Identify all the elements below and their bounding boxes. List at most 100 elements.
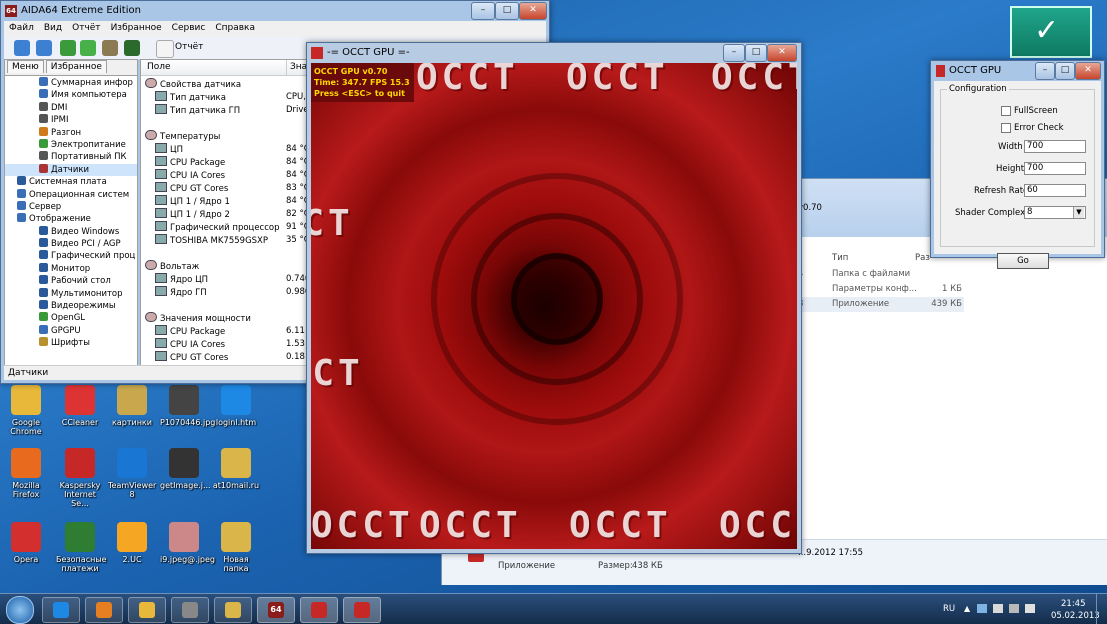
- config-titlebar[interactable]: OCCT GPU – □ ✕: [931, 61, 1104, 81]
- desktop-icon[interactable]: 2.UC: [108, 522, 156, 564]
- tree-item[interactable]: Сервер: [5, 200, 137, 213]
- minimize-button[interactable]: –: [723, 44, 745, 62]
- menu-item[interactable]: Отчёт: [67, 21, 105, 35]
- row-label: CPU Package: [170, 327, 226, 337]
- tree-item[interactable]: Операционная систем: [5, 188, 137, 201]
- desktop-icon[interactable]: Mozilla Firefox: [2, 448, 50, 499]
- tree-item[interactable]: Датчики: [5, 163, 137, 177]
- desktop-icon[interactable]: картинки: [108, 385, 156, 427]
- taskbar-button[interactable]: [42, 597, 80, 623]
- occt-titlebar[interactable]: -= OCCT GPU =- – □ ✕: [307, 43, 801, 63]
- shader-select[interactable]: 8 ▼: [1024, 206, 1086, 219]
- network-icon[interactable]: [977, 604, 987, 613]
- show-desktop-button[interactable]: [1096, 594, 1107, 624]
- maximize-button[interactable]: □: [745, 44, 767, 62]
- desktop-icon[interactable]: i9.jpeg@.jpeg: [160, 522, 215, 564]
- height-input[interactable]: 700: [1024, 162, 1086, 175]
- desktop-icon[interactable]: Opera: [2, 522, 50, 564]
- refresh-icon[interactable]: [80, 40, 96, 56]
- tree-item[interactable]: Отображение: [5, 213, 137, 225]
- tree-item[interactable]: DMI: [5, 101, 137, 114]
- close-button[interactable]: ✕: [767, 44, 797, 62]
- desktop-icon[interactable]: getImage.j...: [160, 448, 211, 490]
- report-icon[interactable]: [156, 40, 174, 58]
- fullscreen-checkbox[interactable]: [1001, 106, 1011, 116]
- taskbar-button[interactable]: [128, 597, 166, 623]
- taskbar-button[interactable]: [85, 597, 123, 623]
- flag-icon[interactable]: [993, 604, 1003, 613]
- desktop-icon[interactable]: TeamViewer 8: [108, 448, 156, 499]
- tree-item[interactable]: Разгон: [5, 126, 137, 139]
- desktop: { "aida": { "title": "AIDA64 Extreme Edi…: [0, 0, 1107, 624]
- menu-item[interactable]: Файл: [4, 21, 39, 35]
- chart-icon[interactable]: [124, 40, 140, 56]
- gpu-render-canvas[interactable]: OCCT OCCT OCCT OCCT OCCT OCCT OCCT OCCT …: [311, 63, 797, 549]
- list-item[interactable]: 8Приложение439 КБ: [798, 297, 964, 312]
- clock-date[interactable]: 05.02.2013: [1051, 611, 1100, 621]
- errorcheck-checkbox[interactable]: [1001, 123, 1011, 133]
- maximize-button[interactable]: □: [495, 2, 519, 20]
- desktop-icon[interactable]: Безопасные платежи: [56, 522, 107, 573]
- volume-icon[interactable]: [1025, 604, 1035, 613]
- up-icon[interactable]: [60, 40, 76, 56]
- column-field[interactable]: Поле: [147, 60, 171, 75]
- tree-item[interactable]: GPGPU: [5, 324, 137, 337]
- menu-item[interactable]: Сервис: [167, 21, 211, 35]
- clock-time[interactable]: 21:45: [1061, 599, 1086, 609]
- back-icon[interactable]: [14, 40, 30, 56]
- taskbar-button[interactable]: 64: [257, 597, 295, 623]
- close-button[interactable]: ✕: [1075, 62, 1101, 80]
- menu-item[interactable]: Вид: [39, 21, 67, 35]
- go-button[interactable]: Go: [997, 253, 1049, 269]
- tree-item[interactable]: Видеорежимы: [5, 300, 137, 312]
- tree-item[interactable]: Монитор: [5, 262, 137, 275]
- desktop-icon[interactable]: CCleaner: [56, 385, 104, 427]
- desktop-icon[interactable]: Новая папка: [212, 522, 260, 573]
- desktop-icon[interactable]: at10mail.ru: [212, 448, 260, 490]
- language-indicator[interactable]: RU: [943, 604, 955, 614]
- tree-item[interactable]: Портативный ПК: [5, 151, 137, 163]
- chevron-down-icon[interactable]: ▼: [1073, 207, 1084, 218]
- user-icon[interactable]: [102, 40, 118, 56]
- taskbar-button[interactable]: [343, 597, 381, 623]
- tree-item[interactable]: Мультимонитор: [5, 287, 137, 300]
- tree-item[interactable]: Имя компьютера: [5, 89, 137, 101]
- desktop-icon[interactable]: loginl.htm: [212, 385, 260, 427]
- refresh-input[interactable]: 60: [1024, 184, 1086, 197]
- tree-item[interactable]: IPMI: [5, 114, 137, 126]
- taskbar-button[interactable]: [214, 597, 252, 623]
- taskbar-button[interactable]: [171, 597, 209, 623]
- desktop-icon[interactable]: Google Chrome: [2, 385, 50, 436]
- tree-item[interactable]: Видео Windows: [5, 225, 137, 238]
- battery-icon[interactable]: [1009, 604, 1019, 613]
- tree-item[interactable]: Электропитание: [5, 138, 137, 151]
- column-type[interactable]: Тип: [832, 253, 848, 263]
- desktop-icon[interactable]: P1070446.jpg: [160, 385, 215, 427]
- tree-item[interactable]: Видео PCI / AGP: [5, 238, 137, 250]
- list-item[interactable]: Параметры конф... 1 КБ: [798, 282, 964, 297]
- tree-item[interactable]: Системная плата: [5, 176, 137, 188]
- tab-menu[interactable]: Меню: [7, 60, 44, 73]
- report-button[interactable]: Отчёт: [175, 42, 203, 52]
- aida64-titlebar[interactable]: 64 AIDA64 Extreme Edition – □ ✕: [1, 1, 549, 21]
- maximize-button[interactable]: □: [1055, 62, 1075, 80]
- forward-icon[interactable]: [36, 40, 52, 56]
- tree-item[interactable]: Графический проц: [5, 250, 137, 262]
- tree-item[interactable]: OpenGL: [5, 312, 137, 324]
- minimize-button[interactable]: –: [1035, 62, 1055, 80]
- list-item[interactable]: 4Папка с файлами: [798, 267, 964, 282]
- tray-chevron-icon[interactable]: ▲: [964, 604, 970, 613]
- start-button[interactable]: [6, 596, 34, 624]
- menu-item[interactable]: Избранное: [106, 21, 167, 35]
- tree-item[interactable]: Суммарная инфор: [5, 77, 137, 89]
- close-button[interactable]: ✕: [519, 2, 547, 20]
- width-input[interactable]: 700: [1024, 140, 1086, 153]
- menu-item[interactable]: Справка: [210, 21, 260, 35]
- tree-item[interactable]: Рабочий стол: [5, 275, 137, 287]
- column-size[interactable]: Раз: [915, 253, 930, 263]
- taskbar-button[interactable]: [300, 597, 338, 623]
- tab-favorites[interactable]: Избранное: [45, 60, 107, 73]
- minimize-button[interactable]: –: [471, 2, 495, 20]
- tree-item[interactable]: Шрифты: [5, 337, 137, 349]
- desktop-icon[interactable]: Kaspersky Internet Se...: [56, 448, 104, 508]
